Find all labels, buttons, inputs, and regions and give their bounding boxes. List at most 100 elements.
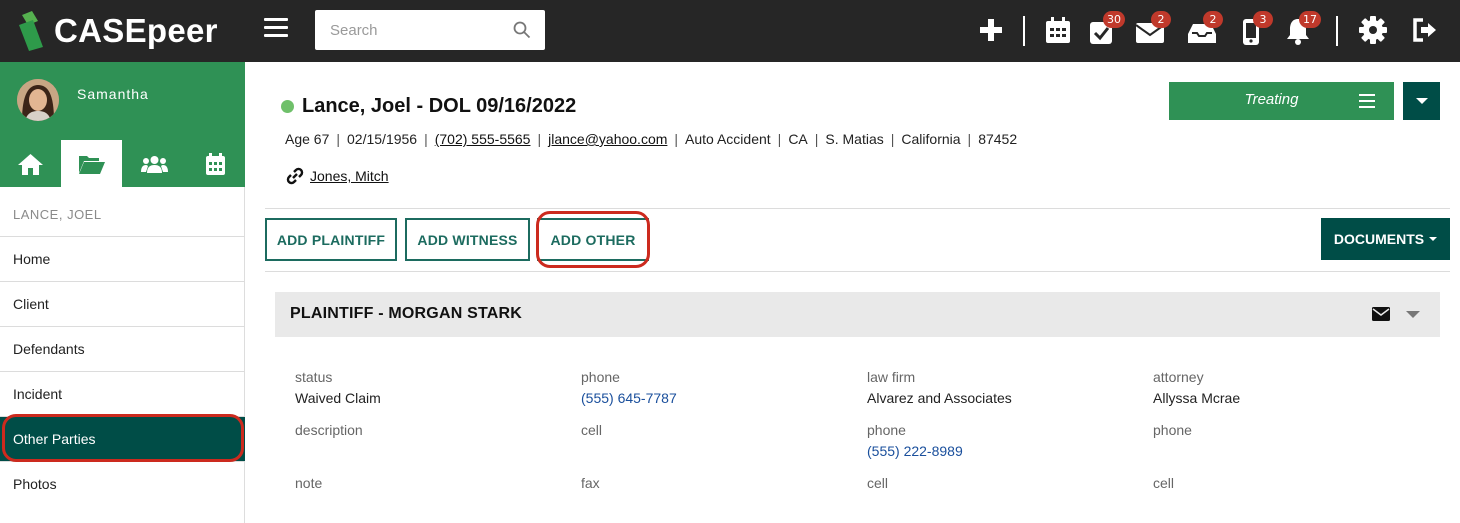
field-law-firm: law firm Alvarez and Associates — [867, 369, 1012, 406]
toolbar-divider — [1336, 16, 1338, 46]
casepeer-logo-icon — [19, 11, 43, 51]
field-fax: fax — [581, 475, 600, 495]
mail-badge: 2 — [1151, 11, 1171, 28]
add-plaintiff-button[interactable]: ADD PLAINTIFF — [265, 218, 397, 261]
field-firm-phone: phone (555) 222-8989 — [867, 422, 963, 459]
field-note: note — [295, 475, 322, 495]
brand-name: CASEpeer — [54, 12, 218, 49]
link-icon — [286, 167, 304, 185]
search-icon[interactable] — [513, 21, 531, 39]
inbox-icon[interactable]: 2 — [1187, 11, 1223, 46]
field-description: description — [295, 422, 363, 443]
client-state: California — [901, 131, 961, 147]
linked-contact-link[interactable]: Jones, Mitch — [310, 168, 389, 184]
client-zip: 87452 — [978, 131, 1018, 147]
list-icon — [1359, 94, 1375, 112]
field-label: status — [295, 369, 333, 385]
case-status-dot — [281, 100, 294, 113]
sidebar-item-defendants[interactable]: Defendants — [0, 326, 245, 371]
sidebar-item-photos[interactable]: Photos — [0, 461, 245, 506]
field-label: phone — [867, 422, 906, 438]
field-cell: cell — [581, 422, 602, 443]
inbox-badge: 2 — [1203, 11, 1223, 28]
search-input[interactable] — [315, 10, 505, 50]
home-icon[interactable] — [0, 140, 61, 187]
field-value: Allyssa Mcrae — [1153, 390, 1241, 406]
case-title: Lance, Joel - DOL 09/16/2022 — [302, 95, 577, 117]
phone-badge: 3 — [1253, 11, 1273, 28]
add-witness-button[interactable]: ADD WITNESS — [405, 218, 530, 261]
field-status: status Waived Claim — [295, 369, 381, 406]
field-label: attorney — [1153, 369, 1204, 385]
top-navbar: CASEpeer 30 2 — [0, 0, 1460, 62]
gear-icon[interactable] — [1358, 14, 1388, 46]
client-age: Age 67 — [285, 131, 330, 147]
menu-toggle-icon[interactable] — [264, 18, 288, 44]
party-panel-title: PLAINTIFF - MORGAN STARK — [290, 305, 523, 322]
bell-badge: 17 — [1299, 11, 1321, 28]
tasks-badge: 30 — [1103, 11, 1125, 28]
plus-icon[interactable] — [976, 14, 1006, 46]
field-label: law firm — [867, 369, 916, 385]
search-box — [315, 10, 545, 50]
phone-link[interactable]: (555) 222-8989 — [867, 443, 963, 459]
caret-down-icon — [1416, 98, 1428, 104]
field-label: description — [295, 422, 363, 438]
casepeer-logo[interactable]: CASEpeer — [16, 8, 218, 54]
field-label: note — [295, 475, 323, 491]
divider — [265, 208, 1450, 209]
treatment-status-label: Treating — [1244, 91, 1299, 108]
sidebar-item-incident[interactable]: Incident — [0, 371, 245, 416]
bell-icon[interactable]: 17 — [1283, 11, 1321, 46]
calendar-icon[interactable] — [185, 140, 246, 187]
client-meta-line: Age 67 | 02/15/1956 | (702) 555-5565 | jlance@… — [285, 131, 1018, 147]
case-state-code: CA — [788, 131, 808, 147]
caret-down-icon — [1429, 237, 1438, 241]
field-phone: phone (555) 645-7787 — [581, 369, 677, 406]
collapse-caret-icon[interactable] — [1406, 311, 1420, 318]
field-value: Alvarez and Associates — [867, 390, 1012, 406]
field-attorney-phone: phone — [1153, 422, 1192, 443]
documents-dropdown-button[interactable]: DOCUMENTS — [1321, 218, 1450, 260]
field-label: cell — [867, 475, 889, 491]
client-city: S. Matias — [825, 131, 884, 147]
tasks-icon[interactable]: 30 — [1087, 11, 1125, 46]
users-icon[interactable] — [124, 140, 185, 187]
avatar[interactable] — [17, 79, 59, 121]
case-name-label: LANCE, JOEL — [13, 207, 102, 222]
toolbar-divider — [1023, 16, 1025, 46]
sidebar: Samantha LANCE, JOEL Home Client Defenda… — [0, 62, 245, 523]
field-firm-cell: cell — [867, 475, 888, 495]
sidebar-item-client[interactable]: Client — [0, 281, 245, 326]
field-label: cell — [581, 422, 603, 438]
documents-label: DOCUMENTS — [1333, 231, 1425, 247]
client-email-link[interactable]: jlance@yahoo.com — [548, 131, 667, 147]
phone-icon[interactable]: 3 — [1237, 11, 1273, 46]
linked-contact: Jones, Mitch — [285, 166, 389, 186]
user-profile-header: Samantha — [0, 62, 245, 187]
phone-link[interactable]: (555) 645-7787 — [581, 390, 677, 406]
field-value: Waived Claim — [295, 390, 381, 406]
divider — [265, 271, 1450, 272]
field-attorney: attorney Allyssa Mcrae — [1153, 369, 1240, 406]
sign-out-icon[interactable] — [1411, 14, 1441, 46]
field-label: cell — [1153, 475, 1175, 491]
party-panel-header[interactable]: PLAINTIFF - MORGAN STARK — [275, 292, 1440, 337]
folder-open-icon[interactable] — [61, 140, 122, 187]
field-label: phone — [581, 369, 620, 385]
user-name: Samantha — [77, 86, 149, 102]
field-label: phone — [1153, 422, 1192, 438]
status-dropdown-toggle[interactable] — [1403, 82, 1440, 120]
sidebar-nav-icons — [0, 140, 245, 187]
calendar-icon[interactable] — [1043, 14, 1073, 46]
sidebar-item-home[interactable]: Home — [0, 236, 245, 281]
mail-icon[interactable]: 2 — [1135, 11, 1171, 46]
add-other-button[interactable]: ADD OTHER — [537, 218, 649, 261]
case-type: Auto Accident — [685, 131, 771, 147]
sidebar-menu: Home Client Defendants Incident Other Pa… — [0, 236, 245, 506]
field-label: fax — [581, 475, 600, 491]
client-phone-link[interactable]: (702) 555-5565 — [435, 131, 531, 147]
treatment-status-button[interactable]: Treating — [1169, 82, 1394, 120]
sidebar-item-other-parties[interactable]: Other Parties — [0, 416, 245, 461]
envelope-icon[interactable] — [1372, 307, 1390, 321]
